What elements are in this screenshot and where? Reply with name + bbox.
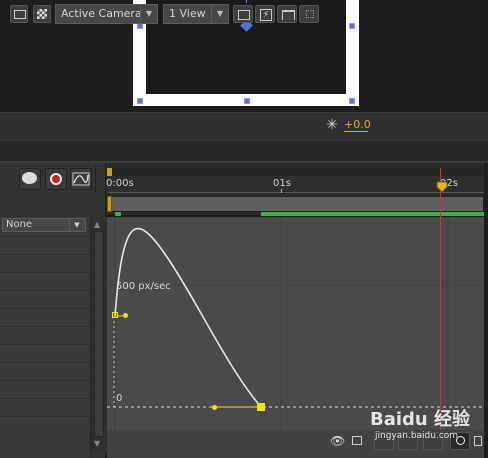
view-layout-label: 1 View xyxy=(169,7,206,20)
scroll-down-icon[interactable]: ▼ xyxy=(94,439,100,448)
scroll-up-icon[interactable]: ▲ xyxy=(94,220,100,229)
graph-editor-icon[interactable] xyxy=(70,168,92,190)
view-layout-dropdown[interactable]: 1 View ▼ xyxy=(163,4,229,24)
tick-label-start: 0:00s xyxy=(106,178,134,189)
stopwatch-icon[interactable] xyxy=(45,168,67,190)
exposure-value[interactable]: +0.0 xyxy=(344,118,371,131)
show-properties-icon[interactable]: 👁 xyxy=(330,434,345,448)
toggle-pixel-aspect-icon[interactable] xyxy=(233,5,253,23)
ruler-tick xyxy=(281,189,282,193)
graph-visibility-icon[interactable] xyxy=(19,168,41,190)
vertical-scrollbar[interactable]: ▲ ▼ xyxy=(90,217,107,453)
layer-handle-right[interactable] xyxy=(349,23,355,29)
viewer-toolbar xyxy=(0,112,488,142)
work-area-bar[interactable] xyxy=(108,196,484,212)
layer-handle-bottom[interactable] xyxy=(244,98,250,104)
bezier-handle-out[interactable] xyxy=(123,313,128,318)
layer-handle-bottom-right[interactable] xyxy=(349,98,355,104)
row-divider xyxy=(0,308,90,309)
work-area-start-handle[interactable] xyxy=(107,196,112,212)
baidu-watermark-url: jingyan.baidu.com xyxy=(375,431,459,441)
scrollbar-thumb[interactable] xyxy=(94,231,104,437)
keyframe-end[interactable] xyxy=(257,403,265,411)
speed-axis-label: 500 px/sec xyxy=(116,281,171,292)
property-dropdown[interactable]: None ▼ xyxy=(2,218,86,232)
row-divider xyxy=(0,236,90,237)
cache-indicator xyxy=(261,212,484,216)
property-dropdown-label: None xyxy=(6,219,33,230)
transparency-grid-icon[interactable] xyxy=(33,5,51,23)
fit-all-icon[interactable] xyxy=(474,436,482,446)
exposure-icon[interactable]: ✳ xyxy=(323,116,341,134)
camera-dropdown-label: Active Camera xyxy=(61,7,142,20)
zero-axis-label: 0 xyxy=(116,393,123,404)
header-divider xyxy=(95,166,96,192)
row-divider xyxy=(0,326,90,327)
fast-preview-icon[interactable] xyxy=(10,5,28,23)
exposure-underline xyxy=(344,131,368,132)
chevron-down-icon: ▼ xyxy=(140,5,157,23)
baidu-watermark-logo: Baidu 经验 xyxy=(370,409,471,430)
row-divider xyxy=(0,254,90,255)
graph-area[interactable] xyxy=(107,217,484,430)
graph-options-icon[interactable] xyxy=(352,436,362,445)
current-time-indicator[interactable] xyxy=(440,168,441,430)
current-time-indicator-head[interactable] xyxy=(436,181,448,193)
chevron-down-icon: ▼ xyxy=(69,219,84,231)
panel-divider xyxy=(0,141,488,163)
row-divider xyxy=(0,344,90,345)
panel-edge xyxy=(484,163,488,458)
row-divider xyxy=(0,380,90,381)
row-divider xyxy=(0,290,90,291)
layer-handle-bottom-left[interactable] xyxy=(137,98,143,104)
flowchart-icon[interactable]: ⬚ xyxy=(299,5,319,23)
camera-dropdown[interactable]: Active Camera ▼ xyxy=(55,4,158,24)
row-divider xyxy=(0,398,90,399)
fast-previews-icon[interactable]: ⚡ xyxy=(255,5,275,23)
bezier-handle-in[interactable] xyxy=(212,405,217,410)
cache-indicator xyxy=(115,212,121,216)
chevron-down-icon: ▼ xyxy=(211,5,228,23)
tick-label-1s: 01s xyxy=(273,178,291,189)
row-divider xyxy=(0,272,90,273)
navigator-start-handle[interactable] xyxy=(107,168,112,176)
keyframe-start[interactable] xyxy=(112,312,118,318)
row-divider xyxy=(0,416,90,417)
time-navigator[interactable] xyxy=(108,168,484,176)
row-divider xyxy=(0,362,90,363)
timeline-panel-icon[interactable] xyxy=(277,5,297,23)
